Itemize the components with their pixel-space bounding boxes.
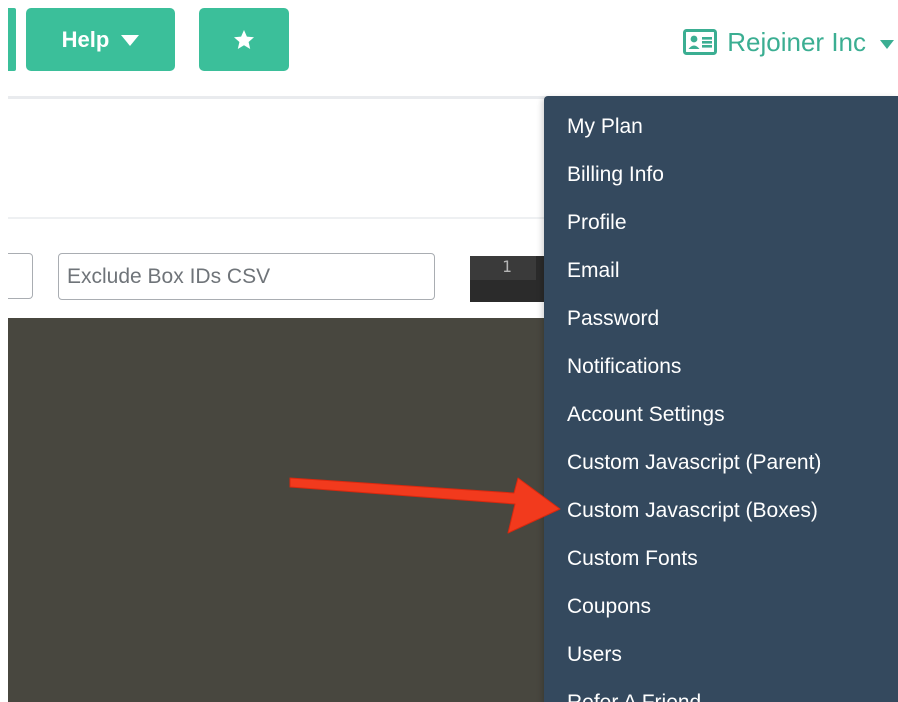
menu-item-custom-fonts[interactable]: Custom Fonts <box>567 544 698 574</box>
menu-item-account-settings[interactable]: Account Settings <box>567 400 725 430</box>
left-edge <box>0 0 8 702</box>
help-button-label: Help <box>61 26 110 52</box>
menu-item-users[interactable]: Users <box>567 640 622 670</box>
page: Help Rejoiner Inc 1 <box>0 0 898 702</box>
menu-item-notifications[interactable]: Notifications <box>567 352 681 382</box>
menu-item-profile[interactable]: Profile <box>567 208 627 238</box>
help-button[interactable]: Help <box>26 8 175 71</box>
line-number: 1 <box>502 257 512 276</box>
chevron-down-icon <box>121 35 140 46</box>
account-dropdown-menu: My Plan Billing Info Profile Email Passw… <box>544 96 898 702</box>
menu-item-billing-info[interactable]: Billing Info <box>567 160 664 190</box>
star-icon <box>234 29 254 49</box>
account-switcher[interactable]: Rejoiner Inc <box>683 22 894 62</box>
account-name: Rejoiner Inc <box>727 26 866 57</box>
menu-item-custom-javascript-parent[interactable]: Custom Javascript (Parent) <box>567 448 821 478</box>
filter-input-partial[interactable] <box>8 253 33 299</box>
id-card-icon <box>683 29 718 55</box>
nav-button-partial[interactable] <box>8 8 16 71</box>
menu-item-custom-javascript-boxes[interactable]: Custom Javascript (Boxes) <box>567 496 818 526</box>
chevron-down-icon <box>880 39 894 49</box>
section-divider <box>8 217 548 219</box>
menu-item-refer-a-friend[interactable]: Refer A Friend <box>567 688 701 702</box>
menu-item-email[interactable]: Email <box>567 256 620 286</box>
menu-item-my-plan[interactable]: My Plan <box>567 112 643 142</box>
menu-item-password[interactable]: Password <box>567 304 659 334</box>
favorite-button[interactable] <box>199 8 289 71</box>
menu-item-coupons[interactable]: Coupons <box>567 592 651 622</box>
top-bar: Help Rejoiner Inc <box>0 0 898 97</box>
exclude-box-ids-input[interactable] <box>58 253 435 300</box>
